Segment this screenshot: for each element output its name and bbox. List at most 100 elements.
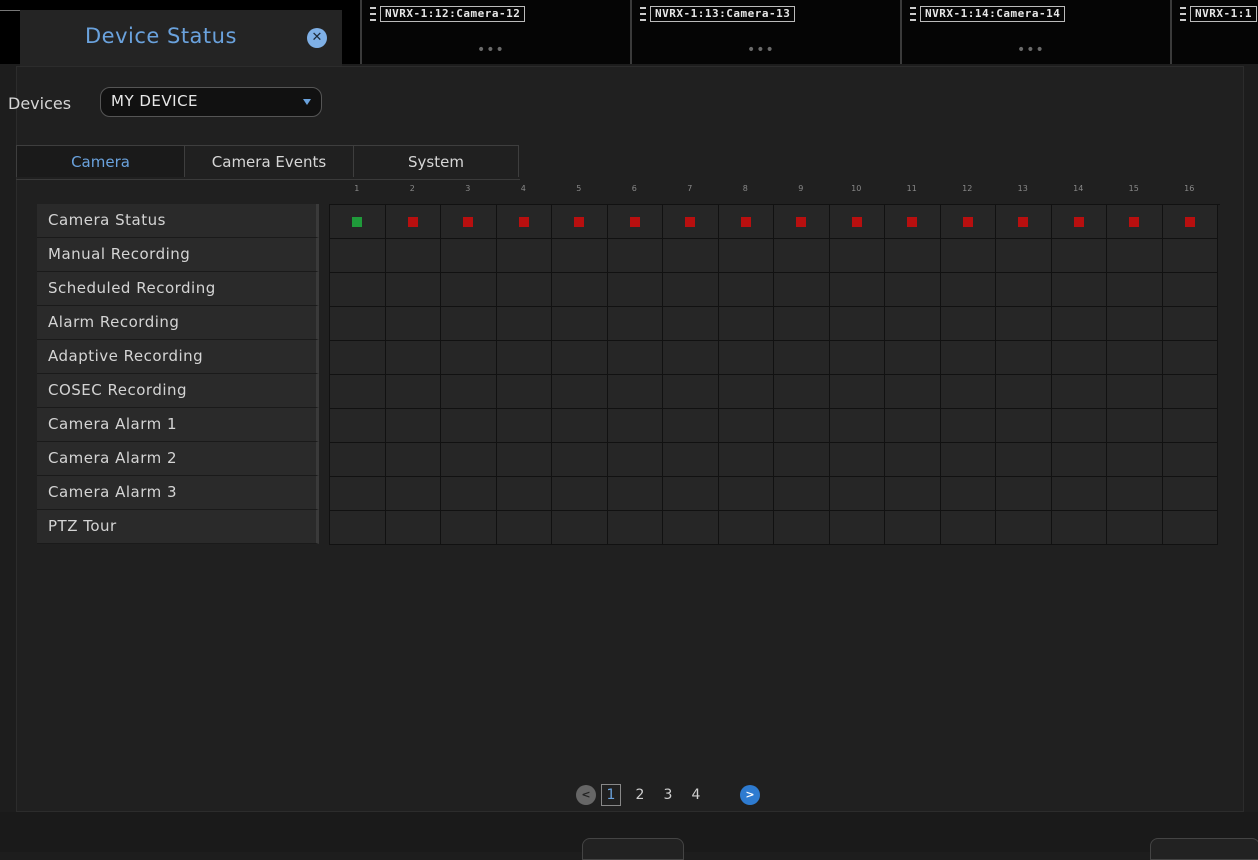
status-cell xyxy=(774,239,830,273)
status-cell xyxy=(441,239,497,273)
status-cell xyxy=(1162,205,1218,239)
status-cell xyxy=(718,341,774,375)
status-cell xyxy=(996,375,1052,409)
page-4[interactable]: 4 xyxy=(682,787,710,803)
status-cell xyxy=(829,511,885,545)
page-1[interactable]: 1 xyxy=(601,784,621,806)
loading-icon: ••• xyxy=(747,42,775,58)
status-cell xyxy=(885,511,941,545)
status-cell xyxy=(441,511,497,545)
status-cell xyxy=(552,477,608,511)
status-cell xyxy=(1162,477,1218,511)
status-cell xyxy=(996,307,1052,341)
menu-icon[interactable] xyxy=(1180,7,1186,21)
status-cell xyxy=(607,307,663,341)
previous-page-icon[interactable]: < xyxy=(576,785,596,805)
status-cell xyxy=(496,205,552,239)
status-cell xyxy=(885,273,941,307)
menu-icon[interactable] xyxy=(910,7,916,21)
status-cell xyxy=(441,477,497,511)
status-cell xyxy=(1051,511,1107,545)
status-off-indicator xyxy=(463,216,474,227)
status-cell xyxy=(441,443,497,477)
page-2[interactable]: 2 xyxy=(626,787,654,803)
status-cell xyxy=(496,375,552,409)
status-cell xyxy=(607,511,663,545)
status-cell xyxy=(385,341,441,375)
status-cell xyxy=(774,443,830,477)
status-cell xyxy=(330,273,386,307)
status-cell xyxy=(663,239,719,273)
footer-button[interactable] xyxy=(1150,838,1258,860)
status-cell xyxy=(385,273,441,307)
status-cell xyxy=(1162,409,1218,443)
status-grid-row xyxy=(330,341,1220,375)
status-cell xyxy=(1051,205,1107,239)
status-cell xyxy=(885,307,941,341)
status-cell xyxy=(385,307,441,341)
status-cell xyxy=(496,409,552,443)
close-icon[interactable]: ✕ xyxy=(307,28,327,48)
status-off-indicator xyxy=(629,216,640,227)
status-cell xyxy=(718,375,774,409)
status-cell xyxy=(885,375,941,409)
status-cell xyxy=(829,409,885,443)
tab-bar: Camera Camera Events System xyxy=(16,145,520,180)
column-number: 11 xyxy=(906,184,917,193)
page-3[interactable]: 3 xyxy=(654,787,682,803)
status-cell xyxy=(441,307,497,341)
status-cell xyxy=(996,409,1052,443)
status-cell xyxy=(1107,341,1163,375)
status-cell xyxy=(1051,273,1107,307)
column-number: 4 xyxy=(520,184,526,193)
column-number: 16 xyxy=(1184,184,1195,193)
camera-tile-title: NVRX-1:12:Camera-12 xyxy=(380,6,526,22)
status-off-indicator xyxy=(962,216,973,227)
status-cell xyxy=(774,341,830,375)
status-off-indicator xyxy=(407,216,418,227)
status-cell xyxy=(940,341,996,375)
status-cell xyxy=(774,307,830,341)
camera-tile[interactable]: NVRX-1:1 xyxy=(1170,0,1258,64)
status-grid-row xyxy=(330,273,1220,307)
status-cell xyxy=(607,205,663,239)
footer-button[interactable] xyxy=(582,838,684,860)
status-cell xyxy=(718,239,774,273)
status-cell xyxy=(774,409,830,443)
tab-camera[interactable]: Camera xyxy=(16,145,185,177)
column-numbers: 1 2 3 4 5 6 7 8 9 10 11 12 13 14 15 16 xyxy=(329,184,1217,193)
status-cell xyxy=(885,443,941,477)
status-cell xyxy=(774,511,830,545)
device-dropdown[interactable]: MY DEVICE xyxy=(100,87,322,117)
status-cell xyxy=(940,375,996,409)
status-cell xyxy=(1162,273,1218,307)
status-cell xyxy=(940,205,996,239)
status-cell xyxy=(552,511,608,545)
tab-camera-events[interactable]: Camera Events xyxy=(184,145,354,177)
menu-icon[interactable] xyxy=(370,7,376,21)
status-cell xyxy=(330,443,386,477)
camera-tile[interactable]: NVRX-1:13:Camera-13 ••• xyxy=(630,0,900,64)
status-cell xyxy=(552,341,608,375)
status-cell xyxy=(1162,239,1218,273)
status-cell xyxy=(1051,375,1107,409)
status-cell xyxy=(940,477,996,511)
status-cell xyxy=(1162,511,1218,545)
status-cell xyxy=(885,239,941,273)
status-cell xyxy=(552,409,608,443)
footer-bar xyxy=(0,812,1258,860)
camera-tile[interactable]: NVRX-1:12:Camera-12 ••• xyxy=(360,0,630,64)
status-cell xyxy=(1107,409,1163,443)
status-cell xyxy=(552,239,608,273)
status-grid xyxy=(329,204,1220,545)
status-cell xyxy=(385,477,441,511)
status-cell xyxy=(496,477,552,511)
next-page-icon[interactable]: > xyxy=(740,785,760,805)
camera-tile-title: NVRX-1:1 xyxy=(1190,6,1257,22)
camera-tile[interactable]: NVRX-1:14:Camera-14 ••• xyxy=(900,0,1170,64)
status-cell xyxy=(663,273,719,307)
tab-system[interactable]: System xyxy=(353,145,519,177)
status-cell xyxy=(940,307,996,341)
menu-icon[interactable] xyxy=(640,7,646,21)
status-cell xyxy=(607,273,663,307)
